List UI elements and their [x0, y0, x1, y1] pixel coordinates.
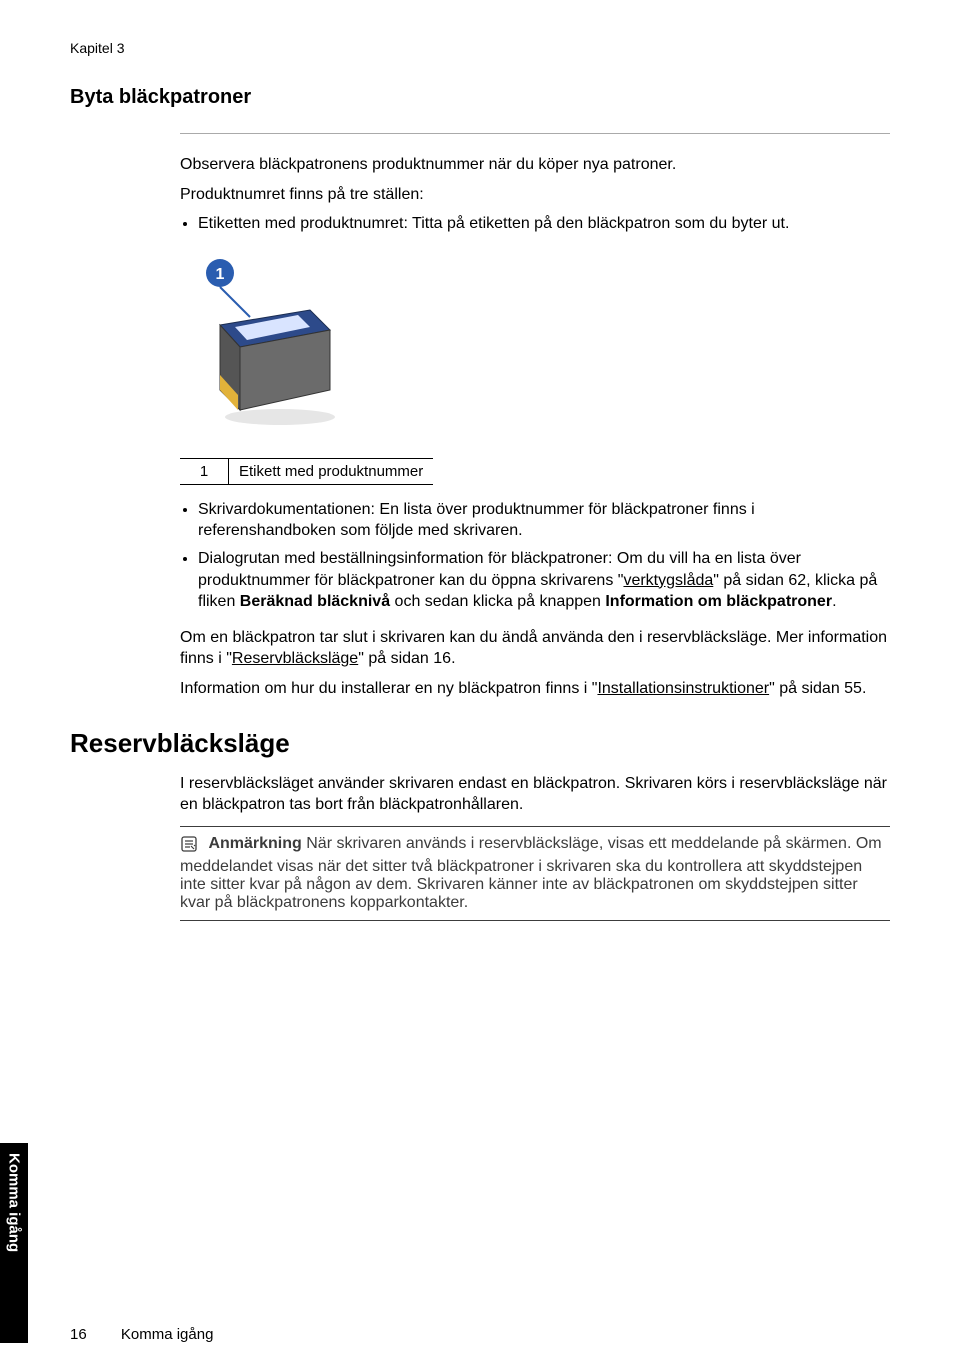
- note-icon: [180, 835, 198, 858]
- link-reserve-mode[interactable]: Reservbläcksläge: [232, 650, 358, 667]
- page-heading-1: Byta bläckpatroner: [70, 86, 890, 109]
- page-heading-2: Reservbläcksläge: [70, 728, 890, 759]
- cartridge-figure: 1 1 Etikett med produktnummer: [180, 255, 890, 485]
- paragraph-install-instructions: Information om hur du installerar en ny …: [180, 678, 890, 700]
- footer-section-name: Komma igång: [121, 1326, 214, 1343]
- intro-paragraph-1: Observera bläckpatronens produktnummer n…: [180, 154, 890, 176]
- cartridge-illustration: 1: [180, 255, 360, 435]
- bullet-item-label-location: Etiketten med produktnumret: Titta på et…: [198, 213, 890, 235]
- figure-legend-table: 1 Etikett med produktnummer: [180, 458, 433, 485]
- callout-number-text: 1: [216, 266, 225, 283]
- link-toolbox[interactable]: verktygslåda: [623, 572, 713, 589]
- legend-row-number: 1: [180, 458, 229, 484]
- chapter-label: Kapitel 3: [70, 40, 890, 56]
- divider: [180, 133, 890, 134]
- footer-page-number: 16: [70, 1326, 87, 1343]
- note-lead: Anmärkning: [208, 835, 301, 852]
- note-block: Anmärkning När skrivaren används i reser…: [180, 826, 890, 921]
- page-footer: 16 Komma igång: [70, 1326, 213, 1343]
- paragraph-reserve-mode: Om en bläckpatron tar slut i skrivaren k…: [180, 627, 890, 670]
- link-install-instructions[interactable]: Installationsinstruktioner: [597, 680, 769, 697]
- bullet-item-order-dialog: Dialogrutan med beställningsinformation …: [198, 548, 890, 613]
- bullet-item-documentation: Skrivardokumentationen: En lista över pr…: [198, 499, 890, 542]
- legend-row-text: Etikett med produktnummer: [229, 458, 434, 484]
- side-tab: Komma igång: [0, 1143, 28, 1343]
- intro-paragraph-2: Produktnumret finns på tre ställen:: [180, 184, 890, 206]
- reserve-mode-paragraph: I reservbläcksläget använder skrivaren e…: [180, 773, 890, 816]
